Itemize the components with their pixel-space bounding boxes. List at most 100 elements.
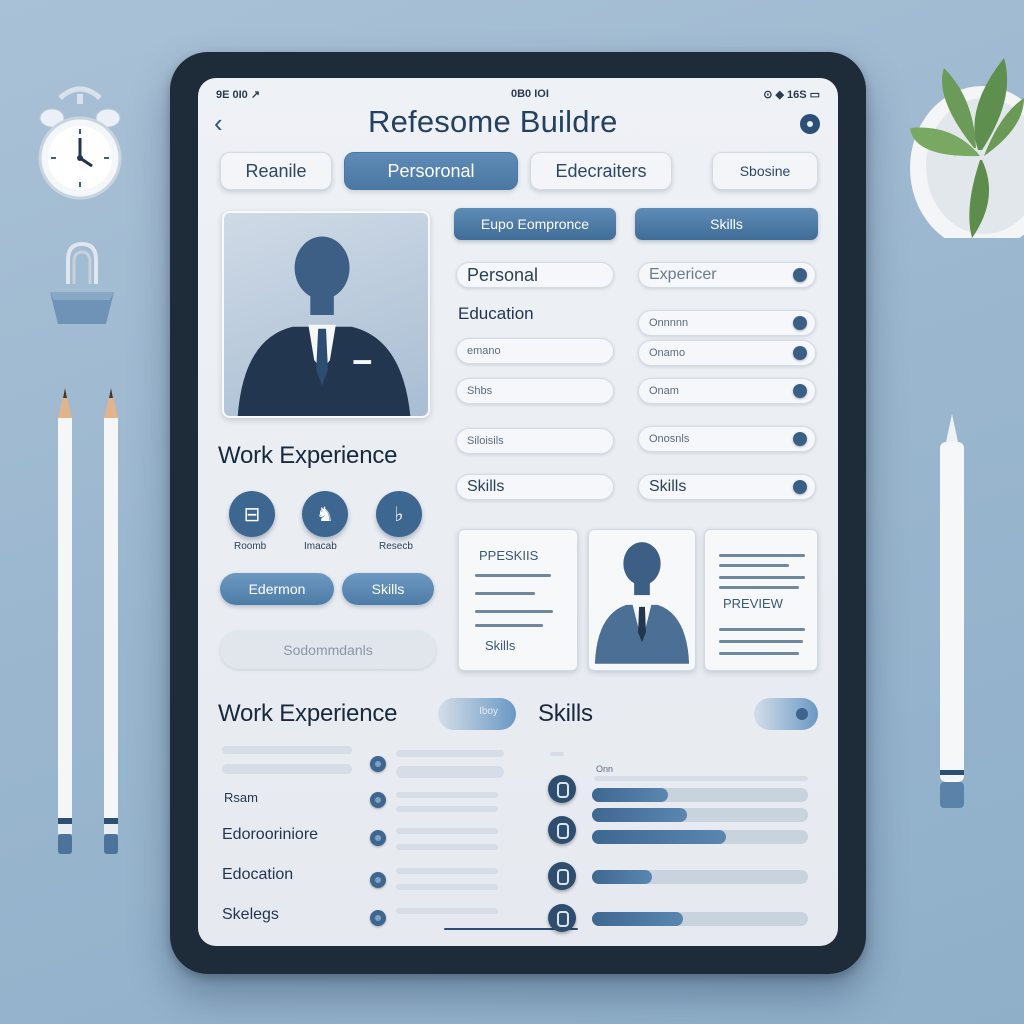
text-line	[475, 624, 543, 627]
right-field-3[interactable]: Onam	[638, 378, 816, 404]
work-experience-heading: Work Experience	[218, 442, 398, 469]
skill-bar-fill	[592, 870, 653, 884]
note-icon: ♭	[394, 503, 404, 526]
placeholder-bar	[594, 776, 808, 781]
preview-card-document-title: PREVIEW	[723, 596, 783, 611]
right-field-1[interactable]: Onnnnn	[638, 310, 816, 336]
list-label-rsam: Rsam	[224, 790, 258, 805]
right-field-3-text: Onam	[649, 385, 679, 397]
experience-placeholder: Expericer	[649, 266, 717, 283]
person-silhouette-icon	[594, 542, 690, 664]
pencil-icon	[104, 388, 118, 854]
radio-dot[interactable]	[370, 872, 386, 888]
edermon-pill[interactable]: Edermon	[220, 573, 334, 605]
work-toggle[interactable]: Iboy	[438, 698, 516, 730]
left-field-2[interactable]: Shbs	[456, 378, 614, 404]
text-line	[719, 628, 805, 631]
skills-chip[interactable]: Skills	[635, 208, 818, 240]
round-caption-3: Resecb	[379, 541, 413, 552]
skill-ring-icon[interactable]	[548, 816, 576, 844]
radio-dot[interactable]	[370, 910, 386, 926]
preview-card-document[interactable]: PREVIEW	[704, 529, 818, 671]
skills-toggle[interactable]	[754, 698, 818, 730]
right-field-skills-text: Skills	[649, 478, 687, 495]
radio-dot[interactable]	[370, 756, 386, 772]
preview-card-photo[interactable]	[588, 529, 696, 671]
text-line	[475, 610, 553, 613]
text-line	[719, 554, 805, 557]
placeholder-bar	[396, 884, 498, 890]
placeholder-bar	[222, 764, 352, 774]
skill-ring-icon[interactable]	[548, 775, 576, 803]
field-knob-icon	[793, 316, 807, 330]
radio-dot[interactable]	[370, 792, 386, 808]
text-line	[475, 574, 551, 577]
left-field-3[interactable]: Siloisils	[456, 428, 614, 454]
left-field-1[interactable]: emano	[456, 338, 614, 364]
status-center: 0B0 IOI	[511, 88, 549, 100]
round-button-1[interactable]: ⊟	[229, 491, 275, 537]
person-silhouette-icon	[237, 236, 411, 416]
list-label-edocation: Edocation	[222, 866, 294, 883]
preview-card-skills[interactable]: PPESKIIS Skills	[458, 529, 578, 671]
skill-bar-3[interactable]	[592, 830, 808, 844]
work-toggle-label: Iboy	[479, 706, 498, 717]
left-field-skills[interactable]: Skills	[456, 474, 614, 500]
tab-personal[interactable]: Persoronal	[344, 152, 518, 190]
skill-bar-fill	[592, 788, 668, 802]
field-knob-icon	[793, 432, 807, 446]
right-field-4-text: Onosnls	[649, 433, 690, 445]
briefcase-icon: ⊟	[243, 503, 261, 526]
skills-caption: Onn	[596, 764, 614, 774]
right-field-skills[interactable]: Skills	[638, 474, 816, 500]
placeholder-bar	[550, 752, 564, 756]
placeholder-bar	[396, 750, 504, 757]
pencil-icon	[58, 388, 72, 854]
tab-education[interactable]: Edecraiters	[530, 152, 672, 190]
placeholder-bar	[396, 908, 498, 914]
preview-card-skills-title: PPESKIIS	[479, 548, 539, 563]
tab-reanile[interactable]: Reanile	[220, 152, 332, 190]
placeholder-bar	[396, 766, 504, 778]
skill-ring-icon[interactable]	[548, 862, 576, 890]
text-line	[719, 640, 803, 643]
placeholder-bar	[396, 828, 498, 834]
round-button-2[interactable]: ♞	[302, 491, 348, 537]
ghost-pill[interactable]: Sodommdanls	[220, 631, 436, 669]
figure-icon: ♞	[316, 503, 334, 526]
placeholder-bar	[396, 844, 498, 850]
text-line	[475, 592, 535, 595]
skill-ring-icon[interactable]	[548, 904, 576, 932]
status-right: ⊙ ◆ 16S ▭	[763, 89, 820, 101]
field-knob-icon	[793, 480, 807, 494]
status-left: 9E 0I0 ↗	[216, 89, 261, 101]
binder-clip-icon	[50, 241, 114, 324]
text-line	[719, 576, 805, 579]
personal-field[interactable]: Personal	[456, 262, 614, 288]
experience-field[interactable]: Expericer	[638, 262, 816, 288]
menu-icon[interactable]	[800, 114, 820, 134]
tab-sbosine[interactable]: Sbosine	[712, 152, 818, 190]
app-title: Refesome Buildre	[368, 104, 618, 139]
back-chevron-icon[interactable]: ‹	[214, 110, 238, 136]
right-field-2[interactable]: Onamo	[638, 340, 816, 366]
skill-bar-fill	[592, 830, 726, 844]
right-field-1-text: Onnnnn	[649, 317, 689, 329]
alarm-clock-icon	[38, 86, 122, 200]
list-label-edorooriniore: Edorooriniore	[222, 826, 319, 843]
round-caption-2: Imacab	[304, 541, 337, 552]
round-button-3[interactable]: ♭	[376, 491, 422, 537]
round-caption-1: Roomb	[234, 541, 267, 552]
skill-bar-2[interactable]	[592, 808, 808, 822]
experience-chip[interactable]: Eupo Eompronce	[454, 208, 616, 240]
resume-builder-screen: 9E 0I0 ↗ 0B0 IOI ⊙ ◆ 16S ▭ ‹ Refesome Bu…	[198, 78, 838, 946]
radio-dot[interactable]	[370, 830, 386, 846]
right-field-4[interactable]: Onosnls	[638, 426, 816, 452]
skill-bar-1[interactable]	[592, 788, 808, 802]
field-knob-icon	[793, 268, 807, 282]
skill-bar-5[interactable]	[592, 912, 808, 926]
skills-pill[interactable]: Skills	[342, 573, 434, 605]
profile-photo[interactable]	[222, 211, 430, 418]
skill-bar-4[interactable]	[592, 870, 808, 884]
text-line	[719, 564, 789, 567]
